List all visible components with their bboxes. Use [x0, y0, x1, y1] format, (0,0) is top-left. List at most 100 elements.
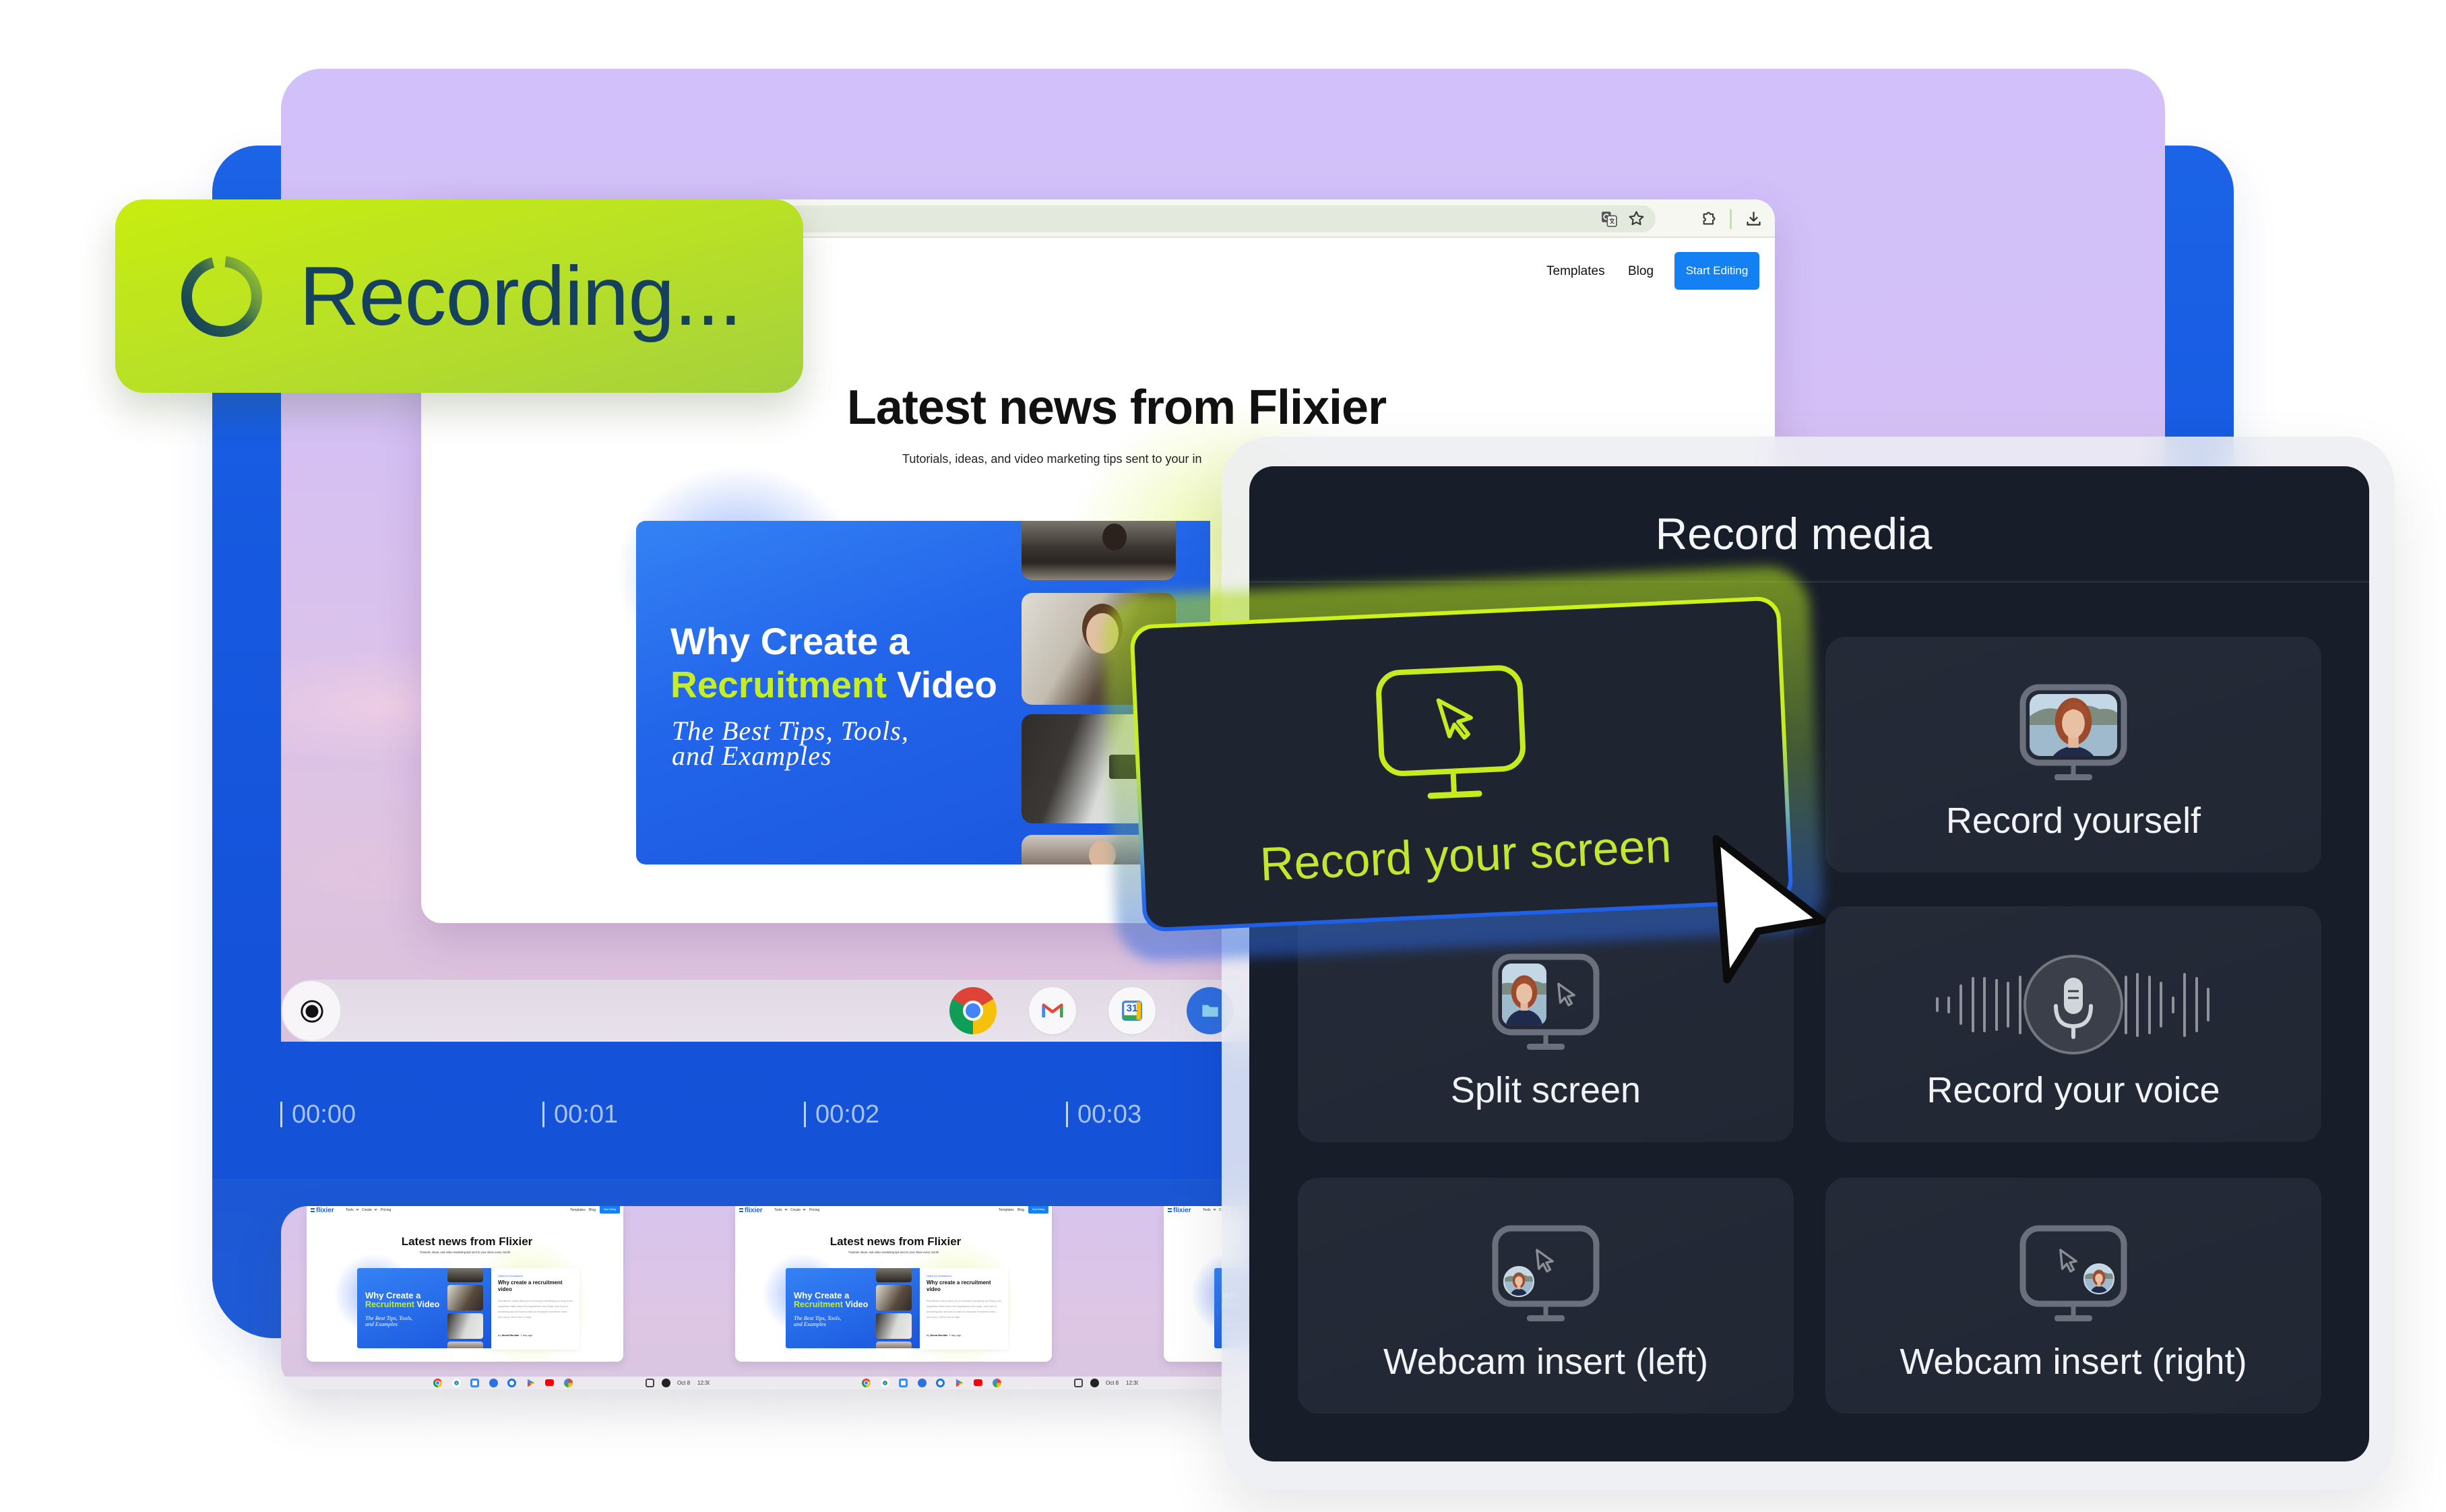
- option-record-voice[interactable]: Record your voice: [1825, 906, 2321, 1142]
- mini-nav-tools: Tools: [346, 1208, 354, 1212]
- mini-nav-create: Create: [790, 1208, 801, 1212]
- timeline-mark[interactable]: 00:01: [542, 1102, 618, 1127]
- mini-nav-blog: Blog: [589, 1208, 596, 1212]
- timeline-tick: [804, 1102, 806, 1127]
- timeline-mark[interactable]: 00:03: [1066, 1102, 1141, 1127]
- extensions-icon[interactable]: [1700, 210, 1718, 228]
- mini-nav-tools: Tools: [1203, 1208, 1211, 1212]
- chrome-icon[interactable]: [949, 987, 997, 1034]
- screen-record-button[interactable]: [282, 981, 340, 1040]
- mini-post-rest: Video: [842, 1300, 869, 1309]
- timeline-mark[interactable]: 00:00: [280, 1102, 356, 1127]
- gmail-icon[interactable]: [1029, 987, 1076, 1034]
- option-record-screen[interactable]: Record your screen: [1101, 565, 1825, 964]
- mini-page-subtitle: Tutorials, ideas, and video marketing ti…: [848, 1251, 939, 1254]
- timeline-thumbnail[interactable]: flixier Tools Create Pricing Templates B…: [710, 1206, 1138, 1389]
- mini-messages-icon: [936, 1379, 945, 1387]
- mini-article-tag: Video for recruitment: [927, 1274, 952, 1278]
- option-label: Record yourself: [1945, 800, 2201, 841]
- record-icon: [301, 1000, 323, 1023]
- thumbnail-browser: flixier Tools Create Pricing Templates B…: [735, 1206, 1052, 1362]
- mini-photos-icon: [564, 1379, 573, 1387]
- option-webcam-insert-left[interactable]: Webcam insert (left): [1298, 1178, 1794, 1414]
- option-label: Record your screen: [1259, 819, 1672, 891]
- post-photo-office: [1022, 521, 1176, 580]
- timeline-mark[interactable]: 00:02: [804, 1102, 879, 1127]
- mini-featured-post-image: Why Create a Recruitment Video The Best …: [357, 1268, 491, 1348]
- mini-play-store-icon: [955, 1379, 964, 1387]
- mini-nav-templates: Templates: [570, 1208, 586, 1212]
- option-record-yourself[interactable]: Record yourself: [1825, 637, 2321, 873]
- mini-post-photo: [876, 1342, 912, 1348]
- webcam-right-icon: [2019, 1225, 2127, 1323]
- mini-nav-tools: Tools: [774, 1208, 782, 1212]
- mini-post-photo: [447, 1285, 483, 1311]
- address-bar[interactable]: [691, 206, 1656, 232]
- mini-post-photo: [876, 1285, 912, 1311]
- mini-featured-post-image: Why Create a Recruitment Video The Best …: [786, 1268, 920, 1348]
- timeline-time: 00:01: [554, 1100, 619, 1129]
- calendar-icon[interactable]: 31: [1108, 987, 1156, 1034]
- mini-date: Oct 8: [1106, 1380, 1119, 1386]
- mini-nav-create: Create: [362, 1208, 373, 1212]
- mini-clock: 12:30: [697, 1380, 710, 1386]
- mini-start-editing-button: Start Editing: [1028, 1206, 1048, 1214]
- mini-article-title: Why create a recruitment video: [927, 1280, 991, 1292]
- mini-article-tag: Video for recruitment: [498, 1274, 524, 1278]
- mini-clock: 12:30: [1126, 1380, 1138, 1386]
- recording-status-badge: Recording...: [115, 199, 803, 393]
- post-title-highlight: Recruitment: [670, 664, 887, 705]
- mini-nav-templates: Templates: [999, 1208, 1014, 1212]
- mini-article-author: Alexa Nicolae: [930, 1333, 948, 1337]
- thumbnail-strip[interactable]: flixier Tools Create Pricing Templates B…: [281, 1206, 1251, 1389]
- mini-post-photo: [447, 1313, 483, 1339]
- mini-post-highlight: Recruitment: [794, 1300, 843, 1309]
- mini-post-photo: [447, 1268, 483, 1282]
- mini-page-subtitle: Tutorials, ideas, and video marketing ti…: [419, 1251, 511, 1254]
- waveform-left: [1936, 976, 2021, 1034]
- mini-youtube-icon: [974, 1379, 982, 1386]
- split-screen-icon: [1492, 953, 1600, 1052]
- translate-icon[interactable]: [1600, 210, 1619, 228]
- mouse-pointer-icon: [1712, 835, 1826, 984]
- mini-settings-icon: [662, 1379, 670, 1387]
- mini-photos-icon: [993, 1379, 1001, 1387]
- download-icon[interactable]: [1745, 210, 1763, 228]
- option-webcam-insert-right[interactable]: Webcam insert (right): [1825, 1178, 2321, 1414]
- mini-screenshot-icon: [1074, 1379, 1083, 1387]
- timeline-time: 00:03: [1077, 1100, 1142, 1129]
- mini-article-excerpt: Recruitment videos allow you to showcase…: [927, 1300, 1002, 1319]
- loading-spinner-icon: [181, 256, 262, 337]
- mini-page-title: Latest news from Flixier: [829, 1235, 962, 1248]
- bookmark-star-icon[interactable]: [1627, 210, 1645, 228]
- mini-post-line2: Recruitment Video: [365, 1300, 439, 1309]
- nav-blog[interactable]: Blog: [1628, 264, 1654, 279]
- mini-start-editing-button: Start Editing: [600, 1206, 620, 1214]
- timeline-tick: [280, 1102, 282, 1127]
- post-title-line2: Recruitment Video: [670, 666, 997, 703]
- mini-post-script2: and Examples: [365, 1321, 398, 1327]
- timeline-time: 00:00: [292, 1100, 356, 1129]
- mini-article-time: 1 day ago: [949, 1333, 962, 1337]
- mini-post-photo: [447, 1342, 483, 1348]
- chevron-down-icon: [1213, 1207, 1216, 1211]
- post-script-line2: and Examples: [672, 741, 832, 771]
- timeline-time: 00:02: [815, 1100, 880, 1129]
- recording-label: Recording...: [299, 249, 743, 343]
- mini-nav-pricing: Pricing: [381, 1208, 391, 1212]
- nav-templates[interactable]: Templates: [1546, 264, 1605, 279]
- panel-title: Record media: [1655, 509, 1933, 559]
- flixier-logo: flixier: [316, 1207, 334, 1214]
- start-editing-button[interactable]: Start Editing: [1674, 252, 1759, 290]
- chevron-down-icon: [784, 1207, 788, 1211]
- mini-article-card: Video for recruitment Why create a recru…: [491, 1268, 579, 1350]
- timeline-thumbnail[interactable]: flixier Tools Create Pricing Templates B…: [281, 1206, 710, 1389]
- chevron-down-icon: [356, 1207, 359, 1211]
- mini-article-excerpt: Recruitment videos allow you to showcase…: [498, 1300, 573, 1319]
- flixier-logo: flixier: [745, 1207, 763, 1214]
- mini-post-line2: Recruitment Video: [794, 1300, 868, 1309]
- option-card: Record your screen: [1133, 600, 1790, 928]
- mini-calendar-icon: [899, 1379, 908, 1387]
- mini-article-title: Why create a recruitment video: [498, 1280, 563, 1292]
- mini-chrome-icon: [862, 1379, 871, 1387]
